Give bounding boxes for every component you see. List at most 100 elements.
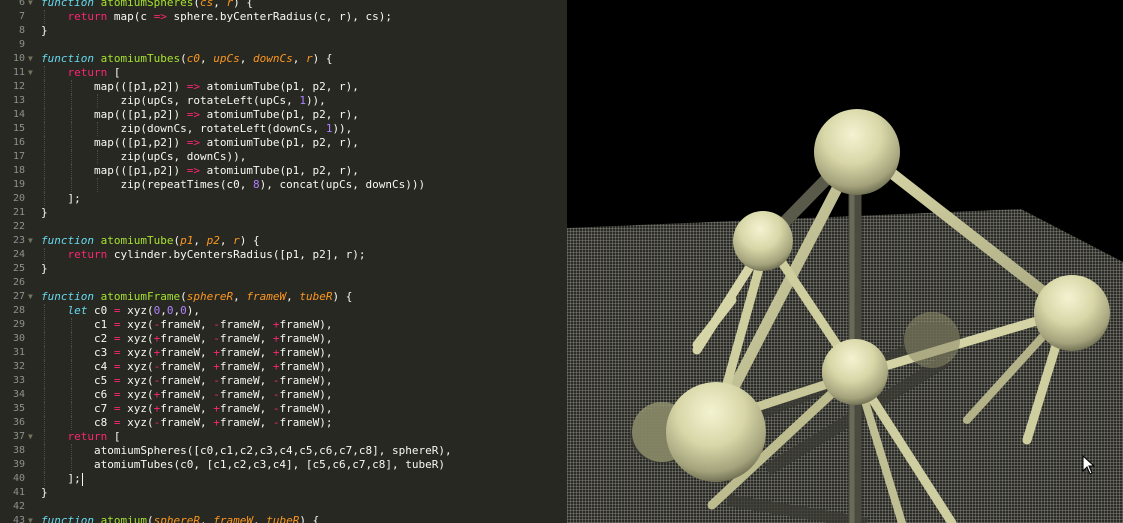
code-token: frameW,: [160, 332, 214, 345]
code-token: r: [233, 234, 240, 247]
code-line[interactable]: 9: [0, 38, 567, 52]
code-text: c4 = xyz(-frameW, +frameW, +frameW),: [94, 360, 332, 374]
code-line[interactable]: 29 c1 = xyz(-frameW, -frameW, +frameW),: [0, 318, 567, 332]
code-token: xyz(: [120, 318, 154, 331]
indent-guide: [70, 122, 72, 136]
code-token: tubeR: [266, 514, 300, 523]
code-line[interactable]: 34 c6 = xyz(+frameW, -frameW, -frameW),: [0, 388, 567, 402]
code-line[interactable]: 15 zip(downCs, rotateLeft(downCs, 1)),: [0, 122, 567, 136]
code-token: frameW,: [160, 318, 214, 331]
code-token: =: [113, 360, 121, 373]
code-line[interactable]: 40];: [0, 472, 567, 486]
line-number: 19: [12, 179, 25, 190]
3d-viewport[interactable]: [567, 0, 1123, 523]
code-line[interactable]: 25}: [0, 262, 567, 276]
code-line[interactable]: 17 zip(upCs, downCs)),: [0, 150, 567, 164]
code-token: frameW),: [279, 388, 333, 401]
line-number: 31: [12, 347, 25, 358]
code-line[interactable]: 37 ▼ return [: [0, 430, 567, 444]
indent-guide: [70, 164, 72, 178]
code-token: ];: [67, 192, 81, 205]
code-line[interactable]: 10 ▼ function atomiumTubes(c0, upCs, downC…: [0, 52, 567, 66]
code-token: frameW: [246, 290, 287, 303]
code-line[interactable]: 38 atomiumSpheres([c0,c1,c2,c3,c4,c5,c6,c…: [0, 444, 567, 458]
atomium-scene[interactable]: [567, 0, 1123, 523]
code-text: c7 = xyz(+frameW, +frameW, -frameW),: [94, 402, 332, 416]
code-token: =: [113, 346, 121, 359]
code-line[interactable]: 27 ▼ function atomiumFrame(sphereR, frameW…: [0, 290, 567, 304]
code-token: downCs: [252, 52, 293, 65]
line-number: 24: [12, 249, 25, 260]
code-token: frameW,: [160, 374, 214, 387]
line-number: 36: [12, 417, 25, 428]
code-token: function: [41, 52, 94, 65]
code-token: frameW),: [279, 402, 333, 415]
code-token: c8: [94, 416, 114, 429]
code-token: +: [213, 346, 220, 359]
code-line[interactable]: 39 atomiumTubes(c0, [c1,c2,c3,c4], [c5,c6…: [0, 458, 567, 472]
code-text: atomiumTubes(c0, [c1,c2,c3,c4], [c5,c6,c…: [94, 458, 445, 472]
code-line[interactable]: 8}: [0, 24, 567, 38]
code-line[interactable]: 19 zip(repeatTimes(c0, 8), concat(upCs, d…: [0, 178, 567, 192]
code-text: c1 = xyz(-frameW, -frameW, +frameW),: [94, 318, 332, 332]
code-line[interactable]: 33 c5 = xyz(-frameW, -frameW, -frameW),: [0, 374, 567, 388]
indent-guide: [70, 388, 72, 402]
indent-guide: [44, 178, 45, 192]
fold-arrow-icon[interactable]: ▼: [28, 66, 33, 80]
code-line[interactable]: 23 ▼ function atomiumTube(p1, p2, r) {: [0, 234, 567, 248]
code-text: function atomiumTube(p1, p2, r) {: [41, 234, 260, 248]
code-token: }: [41, 262, 48, 275]
code-line[interactable]: 14 map(([p1,p2]) => atomiumTube(p1, p2, r…: [0, 108, 567, 122]
code-line[interactable]: 36 c8 = xyz(-frameW, +frameW, -frameW);: [0, 416, 567, 430]
code-line[interactable]: 41}: [0, 486, 567, 500]
code-token: c7: [94, 402, 114, 415]
code-line[interactable]: 6 ▼ function atomiumSpheres(cs, r) {: [0, 0, 567, 10]
code-token: function: [41, 514, 94, 523]
code-line[interactable]: 22: [0, 220, 567, 234]
indent-guide: [70, 150, 72, 164]
line-number: 39: [12, 459, 25, 470]
code-line[interactable]: 21}: [0, 206, 567, 220]
line-number: 21: [12, 207, 25, 218]
code-line[interactable]: 20];: [0, 192, 567, 206]
code-line[interactable]: 11 ▼ return [: [0, 66, 567, 80]
code-token: ,: [213, 0, 227, 9]
code-line[interactable]: 31 c3 = xyz(+frameW, +frameW, +frameW),: [0, 346, 567, 360]
code-token: xyz(: [120, 374, 154, 387]
code-line[interactable]: 35 c7 = xyz(+frameW, +frameW, -frameW),: [0, 402, 567, 416]
code-line[interactable]: 13 zip(upCs, rotateLeft(upCs, 1)),: [0, 94, 567, 108]
code-line[interactable]: 43 ▼ function atomium(sphereR, frameW, tub…: [0, 514, 567, 523]
indent-guide: [97, 150, 98, 164]
fold-arrow-icon[interactable]: ▼: [28, 234, 33, 248]
code-area[interactable]: 6 ▼ function atomiumSpheres(cs, r) {7 retur…: [0, 0, 567, 523]
code-token: frameW,: [160, 360, 214, 373]
code-text: c2 = xyz(+frameW, -frameW, +frameW),: [94, 332, 332, 346]
code-text: ];: [68, 192, 81, 206]
code-line[interactable]: 7 return map(c => sphere.byCenterRadius(c…: [0, 10, 567, 24]
fold-arrow-icon[interactable]: ▼: [28, 514, 33, 523]
fold-arrow-icon[interactable]: ▼: [28, 430, 33, 444]
code-token: =: [113, 304, 121, 317]
code-line[interactable]: 28 let c0 = xyz(0,0,0),: [0, 304, 567, 318]
code-token: c6: [94, 388, 114, 401]
line-number: 40: [12, 473, 25, 484]
code-text: let c0 = xyz(0,0,0),: [68, 304, 201, 318]
code-line[interactable]: 32 c4 = xyz(-frameW, +frameW, +frameW),: [0, 360, 567, 374]
indent-guide: [44, 402, 45, 416]
code-line[interactable]: 18 map(([p1,p2]) => atomiumTube(p1, p2, r…: [0, 164, 567, 178]
code-token: 8: [252, 178, 260, 191]
code-editor[interactable]: 6 ▼ function atomiumSpheres(cs, r) {7 retur…: [0, 0, 567, 523]
fold-arrow-icon[interactable]: ▼: [28, 0, 33, 10]
code-line[interactable]: 24 return cylinder.byCentersRadius([p1, p…: [0, 248, 567, 262]
code-line[interactable]: 42: [0, 500, 567, 514]
fold-arrow-icon[interactable]: ▼: [28, 290, 33, 304]
code-text: function atomiumFrame(sphereR, frameW, t…: [41, 290, 352, 304]
code-token: zip(downCs, rotateLeft(downCs,: [120, 122, 326, 135]
code-line[interactable]: 26: [0, 276, 567, 290]
code-line[interactable]: 12 map(([p1,p2]) => atomiumTube(p1, p2, r…: [0, 80, 567, 94]
code-token: xyz(: [120, 304, 154, 317]
code-line[interactable]: 16 map(([p1,p2]) => atomiumTube(p1, p2, r…: [0, 136, 567, 150]
code-line[interactable]: 30 c2 = xyz(+frameW, -frameW, +frameW),: [0, 332, 567, 346]
fold-arrow-icon[interactable]: ▼: [28, 52, 33, 66]
